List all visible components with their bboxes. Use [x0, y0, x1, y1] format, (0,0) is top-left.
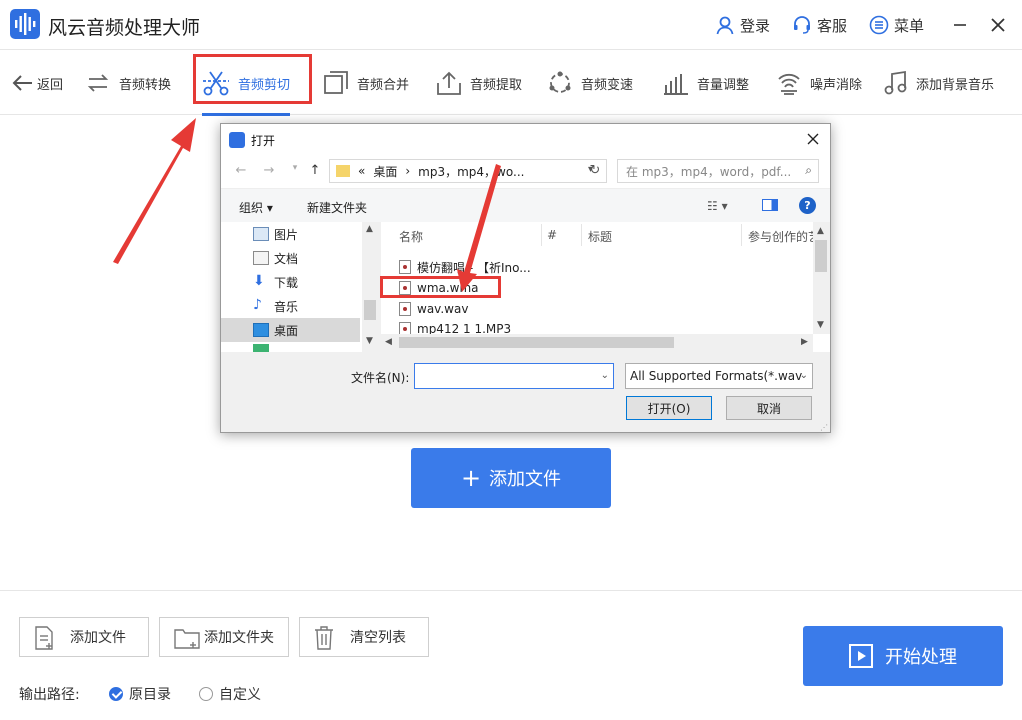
arrow-to-cut-tool	[113, 118, 196, 264]
annotation-arrows	[113, 118, 501, 292]
arrow-to-wma-file	[457, 164, 501, 292]
